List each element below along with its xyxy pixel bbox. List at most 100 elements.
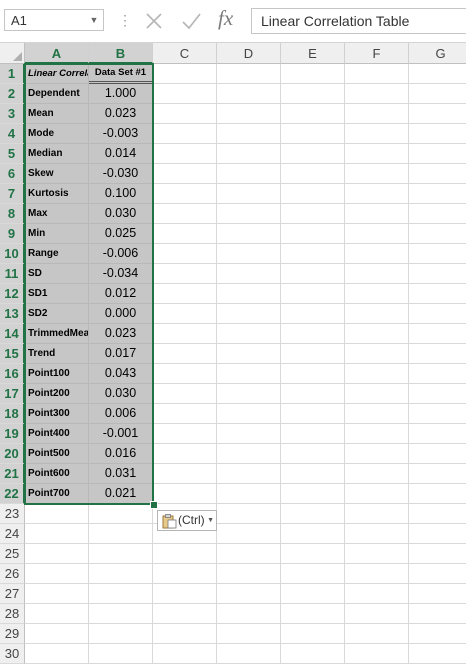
cell-g20[interactable] [409, 444, 466, 464]
cell-e4[interactable] [281, 124, 345, 144]
cell-c15[interactable] [153, 344, 217, 364]
cell-g26[interactable] [409, 564, 466, 584]
cell-d16[interactable] [217, 364, 281, 384]
cell-g29[interactable] [409, 624, 466, 644]
column-header-g[interactable]: G [409, 43, 466, 64]
cell-d30[interactable] [217, 644, 281, 664]
cell-d25[interactable] [217, 544, 281, 564]
cell-f7[interactable] [345, 184, 409, 204]
fill-handle[interactable] [150, 501, 158, 509]
cell-c6[interactable] [153, 164, 217, 184]
cell-f27[interactable] [345, 584, 409, 604]
cell-g21[interactable] [409, 464, 466, 484]
cell-e10[interactable] [281, 244, 345, 264]
cell-b8[interactable]: 0.030 [89, 204, 153, 224]
cell-b21[interactable]: 0.031 [89, 464, 153, 484]
cell-g15[interactable] [409, 344, 466, 364]
cell-c1[interactable] [153, 64, 217, 84]
cell-e23[interactable] [281, 504, 345, 524]
cell-f8[interactable] [345, 204, 409, 224]
cell-g4[interactable] [409, 124, 466, 144]
cell-d24[interactable] [217, 524, 281, 544]
cell-a13[interactable]: SD2 [25, 304, 89, 324]
cell-c20[interactable] [153, 444, 217, 464]
cell-d23[interactable] [217, 504, 281, 524]
name-box-dropdown-icon[interactable]: ▼ [88, 14, 100, 26]
cell-g5[interactable] [409, 144, 466, 164]
cell-b19[interactable]: -0.001 [89, 424, 153, 444]
cell-g3[interactable] [409, 104, 466, 124]
cell-a14[interactable]: TrimmedMean [25, 324, 89, 344]
cell-d26[interactable] [217, 564, 281, 584]
cell-c8[interactable] [153, 204, 217, 224]
cell-b2[interactable]: 1.000 [89, 84, 153, 104]
cell-d4[interactable] [217, 124, 281, 144]
row-header-30[interactable]: 30 [0, 644, 25, 664]
cell-c14[interactable] [153, 324, 217, 344]
cell-b13[interactable]: 0.000 [89, 304, 153, 324]
row-header-22[interactable]: 22 [0, 484, 25, 504]
cell-b1[interactable]: Data Set #1 [89, 64, 153, 84]
cell-g19[interactable] [409, 424, 466, 444]
cell-g23[interactable] [409, 504, 466, 524]
cell-g14[interactable] [409, 324, 466, 344]
cell-a15[interactable]: Trend [25, 344, 89, 364]
row-header-12[interactable]: 12 [0, 284, 25, 304]
cell-f11[interactable] [345, 264, 409, 284]
cell-e17[interactable] [281, 384, 345, 404]
cell-e19[interactable] [281, 424, 345, 444]
cell-e27[interactable] [281, 584, 345, 604]
row-header-19[interactable]: 19 [0, 424, 25, 444]
cell-b27[interactable] [89, 584, 153, 604]
cell-f22[interactable] [345, 484, 409, 504]
cell-f9[interactable] [345, 224, 409, 244]
cell-d3[interactable] [217, 104, 281, 124]
cell-e25[interactable] [281, 544, 345, 564]
cell-g30[interactable] [409, 644, 466, 664]
cell-d5[interactable] [217, 144, 281, 164]
cell-g7[interactable] [409, 184, 466, 204]
cell-a23[interactable] [25, 504, 89, 524]
cell-d6[interactable] [217, 164, 281, 184]
cell-e7[interactable] [281, 184, 345, 204]
cell-g17[interactable] [409, 384, 466, 404]
cell-b14[interactable]: 0.023 [89, 324, 153, 344]
cell-f5[interactable] [345, 144, 409, 164]
cell-d29[interactable] [217, 624, 281, 644]
cell-d7[interactable] [217, 184, 281, 204]
row-header-18[interactable]: 18 [0, 404, 25, 424]
cell-a18[interactable]: Point300 [25, 404, 89, 424]
cell-e9[interactable] [281, 224, 345, 244]
cell-f13[interactable] [345, 304, 409, 324]
cell-f10[interactable] [345, 244, 409, 264]
cell-f26[interactable] [345, 564, 409, 584]
row-header-23[interactable]: 23 [0, 504, 25, 524]
cell-g11[interactable] [409, 264, 466, 284]
cell-g27[interactable] [409, 584, 466, 604]
cell-e1[interactable] [281, 64, 345, 84]
cell-e30[interactable] [281, 644, 345, 664]
cell-f18[interactable] [345, 404, 409, 424]
name-box[interactable]: A1 ▼ [4, 9, 104, 31]
cell-a7[interactable]: Kurtosis [25, 184, 89, 204]
cell-d20[interactable] [217, 444, 281, 464]
column-header-c[interactable]: C [153, 43, 217, 64]
cell-g12[interactable] [409, 284, 466, 304]
cell-b5[interactable]: 0.014 [89, 144, 153, 164]
row-header-5[interactable]: 5 [0, 144, 25, 164]
cell-c17[interactable] [153, 384, 217, 404]
cell-a1[interactable]: Linear Correlation Table [25, 64, 89, 84]
cell-e18[interactable] [281, 404, 345, 424]
cell-d2[interactable] [217, 84, 281, 104]
cell-a3[interactable]: Mean [25, 104, 89, 124]
cell-a6[interactable]: Skew [25, 164, 89, 184]
cell-c22[interactable] [153, 484, 217, 504]
cell-f28[interactable] [345, 604, 409, 624]
cell-c29[interactable] [153, 624, 217, 644]
cell-d14[interactable] [217, 324, 281, 344]
paste-options-button[interactable]: (Ctrl) ▼ [157, 510, 217, 531]
cell-a12[interactable]: SD1 [25, 284, 89, 304]
select-all-button[interactable] [0, 43, 25, 64]
cell-c16[interactable] [153, 364, 217, 384]
cell-d21[interactable] [217, 464, 281, 484]
